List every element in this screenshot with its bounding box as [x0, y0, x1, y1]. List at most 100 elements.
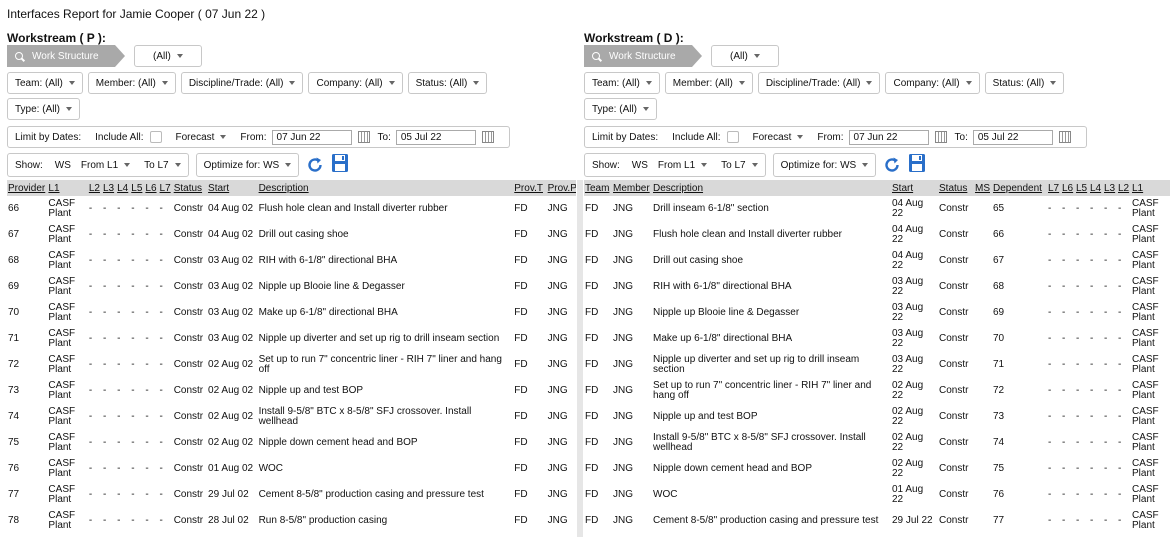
calendar-icon[interactable] — [357, 131, 370, 143]
column-header-dependent[interactable]: Dependent — [992, 180, 1047, 196]
column-header-l3[interactable]: L3 — [101, 180, 117, 196]
refresh-icon[interactable] — [881, 153, 903, 177]
table-row[interactable]: FD JNG Nipple down cement head and BOP 02 A… — [584, 456, 1170, 482]
table-cell-l3: - — [1104, 203, 1108, 214]
column-header-start[interactable]: Start — [891, 180, 938, 196]
column-header-start[interactable]: Start — [207, 180, 258, 196]
table-cell-l7: - — [159, 489, 163, 500]
from-date-input[interactable]: 07 Jun 22 — [848, 129, 929, 145]
member-filter[interactable]: Member: (All) — [664, 72, 753, 94]
table-row[interactable]: 77 CASF Plant - - - - - - Constr 29 Jul 02 Cement … — [7, 482, 576, 508]
include-all-checkbox[interactable] — [149, 131, 162, 143]
company-filter[interactable]: Company: (All) — [885, 72, 980, 94]
forecast-select[interactable]: Forecast — [176, 132, 227, 143]
column-header-team[interactable]: Team — [584, 180, 612, 196]
type-filter[interactable]: Type: (All) — [7, 98, 81, 120]
column-header-l6[interactable]: L6 — [144, 180, 159, 196]
work-structure-button[interactable]: Work Structure — [584, 45, 702, 67]
table-row[interactable]: 66 CASF Plant - - - - - - Constr 04 Aug 02 Flush h… — [7, 196, 576, 222]
caret-down-icon — [1050, 81, 1057, 85]
work-structure-button[interactable]: Work Structure — [7, 45, 125, 67]
to-date-input[interactable]: 05 Jul 22 — [972, 129, 1053, 145]
table-cell-description: WOC — [258, 463, 284, 474]
table-row[interactable]: 78 CASF Plant - - - - - - Constr 28 Jul 02 Run 8-5… — [7, 508, 576, 534]
column-header-l7[interactable]: L7 — [1047, 180, 1061, 196]
status-filter[interactable]: Status: (All) — [407, 72, 488, 94]
table-row[interactable]: 70 CASF Plant - - - - - - Constr 03 Aug 02 Make up… — [7, 300, 576, 326]
table-row[interactable]: 74 CASF Plant - - - - - - Constr 02 Aug 02 Install… — [7, 404, 576, 430]
table-cell-description: Flush hole clean and Install diverter ru… — [653, 229, 842, 240]
table-row[interactable]: 68 CASF Plant - - - - - - Constr 03 Aug 02 RIH wit… — [7, 248, 576, 274]
column-header-member[interactable]: Member — [612, 180, 652, 196]
table-row[interactable]: FD JNG WOC 01 Aug 22 Constr 76- - - - - - CASF Plan… — [584, 482, 1170, 508]
table-row[interactable]: FD JNG RIH with 6-1/8" directional BHA 03 A… — [584, 274, 1170, 300]
table-cell-l6: - — [145, 255, 149, 266]
column-header-l3[interactable]: L3 — [1103, 180, 1117, 196]
calendar-icon[interactable] — [934, 131, 947, 143]
company-filter[interactable]: Company: (All) — [308, 72, 403, 94]
work-structure-select[interactable]: (All) — [711, 45, 779, 67]
table-row[interactable]: 73 CASF Plant - - - - - - Constr 02 Aug 02 Nipple … — [7, 378, 576, 404]
optimize-select[interactable]: Optimize for: WS — [195, 153, 300, 177]
save-icon[interactable] — [908, 153, 926, 173]
table-row[interactable]: FD JNG Install 9-5/8" BTC x 8-5/8" SFJ cro… — [584, 430, 1170, 456]
column-header-l1[interactable]: L1 — [1131, 180, 1170, 196]
column-header-ms[interactable]: MS — [974, 180, 992, 196]
column-header-status[interactable]: Status — [172, 180, 208, 196]
table-row[interactable]: 67 CASF Plant - - - - - - Constr 04 Aug 02 Drill o… — [7, 222, 576, 248]
table-row[interactable]: FD JNG Make up 6-1/8" directional BHA 03 Au… — [584, 326, 1170, 352]
column-header-l2[interactable]: L2 — [87, 180, 102, 196]
table-row[interactable]: FD JNG Nipple up Blooie line & Degasser 03 … — [584, 300, 1170, 326]
table-cell-member: JNG — [613, 463, 633, 474]
calendar-icon[interactable] — [1058, 131, 1071, 143]
optimize-select[interactable]: Optimize for: WS — [772, 153, 877, 177]
member-filter[interactable]: Member: (All) — [87, 72, 176, 94]
table-row[interactable]: FD JNG Cement 8-5/8" production casing and… — [584, 508, 1170, 534]
table-row[interactable]: FD JNG Drill out casing shoe 04 Aug 22 Const… — [584, 248, 1170, 274]
table-cell-member: JNG — [613, 229, 633, 240]
discipline-filter[interactable]: Discipline/Trade: (All) — [757, 72, 881, 94]
column-header-l6[interactable]: L6 — [1061, 180, 1075, 196]
column-header-l7[interactable]: L7 — [158, 180, 173, 196]
table-row[interactable]: FD JNG Nipple up and test BOP 02 Aug 22 Cons… — [584, 404, 1170, 430]
table-row[interactable]: 71 CASF Plant - - - - - - Constr 03 Aug 02 Nipple … — [7, 326, 576, 352]
to-date-input[interactable]: 05 Jul 22 — [395, 129, 476, 145]
include-all-checkbox[interactable] — [726, 131, 739, 143]
table-row[interactable]: 72 CASF Plant - - - - - - Constr 02 Aug 02 Set up … — [7, 352, 576, 378]
column-header-l5[interactable]: L5 — [130, 180, 145, 196]
type-filter[interactable]: Type: (All) — [584, 98, 658, 120]
team-filter[interactable]: Team: (All) — [7, 72, 83, 94]
status-filter[interactable]: Status: (All) — [984, 72, 1065, 94]
column-header-description[interactable]: Description — [257, 180, 514, 196]
column-header-prov-t[interactable]: Prov.T — [513, 180, 547, 196]
column-header-l4[interactable]: L4 — [116, 180, 131, 196]
column-header-l5[interactable]: L5 — [1075, 180, 1089, 196]
table-cell-l6: - — [145, 359, 149, 370]
team-filter[interactable]: Team: (All) — [584, 72, 660, 94]
column-header-l2[interactable]: L2 — [1117, 180, 1131, 196]
show-level-select[interactable]: Show: WS From L1 To L7 — [7, 153, 189, 177]
column-header-l1[interactable]: L1 — [47, 180, 88, 196]
work-structure-select[interactable]: (All) — [134, 45, 202, 67]
column-header-prov-p[interactable]: Prov.P — [546, 180, 576, 196]
calendar-icon[interactable] — [481, 131, 494, 143]
table-cell-description: Drill out casing shoe — [653, 255, 744, 266]
from-date-input[interactable]: 07 Jun 22 — [271, 129, 352, 145]
save-icon[interactable] — [331, 153, 349, 173]
table-row[interactable]: FD JNG Drill inseam 6-1/8" section 04 Aug 2… — [584, 196, 1170, 222]
table-row[interactable]: FD JNG Set up to run 7" concentric liner -… — [584, 378, 1170, 404]
table-cell-l7: - — [159, 437, 163, 448]
refresh-icon[interactable] — [304, 153, 326, 177]
column-header-status[interactable]: Status — [938, 180, 974, 196]
column-header-provider[interactable]: Provider — [7, 180, 48, 196]
table-row[interactable]: 75 CASF Plant - - - - - - Constr 02 Aug 02 Nipple … — [7, 430, 576, 456]
table-row[interactable]: 69 CASF Plant - - - - - - Constr 03 Aug 02 Nipple … — [7, 274, 576, 300]
discipline-filter[interactable]: Discipline/Trade: (All) — [180, 72, 304, 94]
show-level-select[interactable]: Show: WS From L1 To L7 — [584, 153, 766, 177]
forecast-select[interactable]: Forecast — [753, 132, 804, 143]
table-row[interactable]: FD JNG Flush hole clean and Install divert… — [584, 222, 1170, 248]
column-header-description[interactable]: Description — [652, 180, 891, 196]
column-header-l4[interactable]: L4 — [1089, 180, 1103, 196]
table-row[interactable]: 76 CASF Plant - - - - - - Constr 01 Aug 02 WOC FD JN… — [7, 456, 576, 482]
table-row[interactable]: FD JNG Nipple up diverter and set up rig t… — [584, 352, 1170, 378]
